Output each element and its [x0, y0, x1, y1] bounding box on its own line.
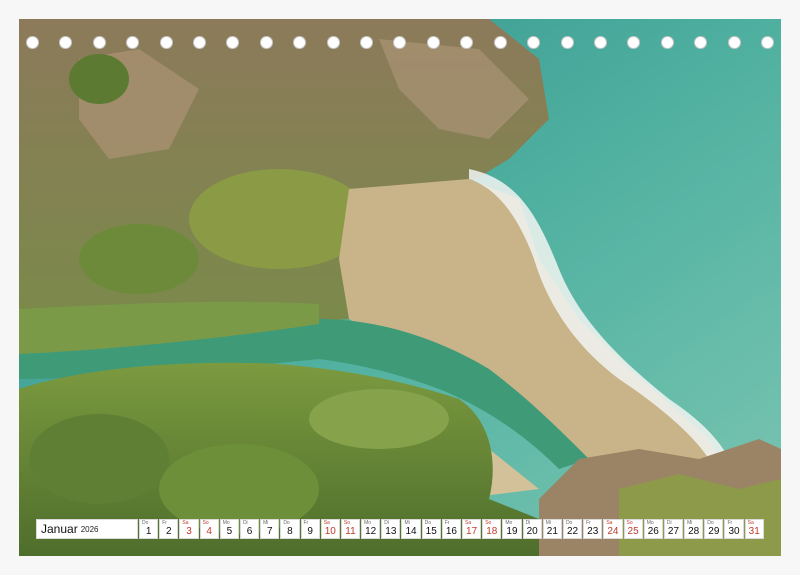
day-cell: Sa 17: [462, 519, 482, 539]
day-cell: Do 22: [562, 519, 583, 539]
day-cell: Sa 3: [179, 519, 199, 539]
month-year: 2026: [80, 524, 99, 534]
binding-hole: [426, 35, 440, 49]
binding-hole: [126, 35, 140, 49]
binding-hole: [660, 35, 674, 49]
binding-hole: [593, 35, 607, 49]
day-number: 8: [287, 526, 293, 537]
day-number: 3: [186, 526, 192, 537]
binding-hole: [527, 35, 541, 49]
day-number: 20: [526, 526, 538, 537]
binding-hole: [560, 35, 574, 49]
day-cell: Do 29: [704, 519, 724, 539]
binding-hole: [393, 35, 407, 49]
day-number: 24: [607, 526, 619, 537]
day-number: 28: [688, 526, 700, 537]
binding-hole: [627, 35, 641, 49]
day-number: 5: [226, 526, 233, 537]
day-cell: Mo 5: [219, 519, 239, 539]
day-number: 9: [307, 526, 313, 537]
day-cell: So 25: [623, 519, 643, 539]
day-cell: Mi 21: [542, 519, 562, 539]
day-number: 23: [587, 526, 599, 537]
month-name: Januar: [41, 522, 78, 536]
day-number: 4: [206, 526, 212, 537]
palm-cluster: [309, 389, 449, 449]
day-number: 13: [385, 526, 397, 537]
day-cell: Mo 12: [361, 519, 381, 539]
day-number: 10: [324, 526, 336, 537]
day-number: 22: [566, 526, 579, 537]
binding-hole: [727, 35, 741, 49]
binding-hole: [460, 35, 474, 49]
day-number: 7: [266, 526, 273, 537]
day-cell: Fr 23: [583, 519, 603, 539]
binding-hole: [159, 35, 173, 49]
binding-hole: [59, 35, 73, 49]
day-cell: Fr 30: [724, 519, 744, 539]
day-number: 25: [627, 526, 639, 537]
month-label: Januar 2026: [36, 519, 138, 539]
day-cell: So 4: [199, 519, 219, 539]
spiral-binding: [26, 34, 774, 50]
day-cell: Mo 19: [502, 519, 522, 539]
day-cell: Di 6: [239, 519, 260, 539]
binding-hole: [26, 35, 39, 49]
day-cell: Mo 26: [643, 519, 663, 539]
shrub: [69, 54, 129, 104]
day-number: 26: [647, 526, 659, 537]
binding-hole: [360, 35, 374, 49]
day-number: 30: [728, 526, 740, 537]
day-cell: Di 13: [381, 519, 401, 539]
day-number: 11: [345, 526, 356, 537]
palm-cluster: [29, 414, 169, 504]
day-cell: Di 27: [663, 519, 684, 539]
day-number: 29: [708, 526, 720, 537]
day-cell: Do 1: [139, 519, 159, 539]
day-cell: Do 15: [421, 519, 441, 539]
binding-hole: [760, 35, 774, 49]
foreground-shrubs: [619, 474, 781, 556]
day-cell: So 18: [482, 519, 502, 539]
day-cell: Mi 7: [260, 519, 280, 539]
day-cell: Do 8: [280, 519, 300, 539]
day-cell: Sa 24: [603, 519, 623, 539]
binding-hole: [193, 35, 207, 49]
day-cell: So 11: [340, 519, 361, 539]
day-cell: Mi 14: [401, 519, 421, 539]
day-cell: Sa 31: [744, 519, 764, 539]
day-cell: Di 20: [522, 519, 542, 539]
palm-trees: [79, 224, 199, 294]
day-cell: Mi 28: [684, 519, 704, 539]
day-number: 1: [145, 526, 152, 537]
day-number: 31: [748, 526, 760, 537]
binding-hole: [326, 35, 340, 49]
day-number: 18: [486, 526, 498, 537]
day-number: 19: [506, 526, 518, 537]
day-cell: Sa 10: [320, 519, 340, 539]
day-number: 15: [425, 526, 437, 537]
day-number: 14: [405, 526, 417, 537]
day-number: 27: [667, 526, 680, 537]
binding-hole: [694, 35, 708, 49]
beach-landscape-image: [19, 19, 781, 556]
day-number: 6: [246, 526, 253, 537]
calendar-strip: Januar 2026 Do 1 Fr 2 Sa 3 So 4 Mo 5 Di 6 Mi 7 Do 8 Fr 9 S…: [36, 519, 764, 539]
day-number: 16: [445, 526, 457, 537]
calendar-page: Januar 2026 Do 1 Fr 2 Sa 3 So 4 Mo 5 Di 6 Mi 7 Do 8 Fr 9 S…: [0, 0, 800, 575]
binding-hole: [493, 35, 507, 49]
binding-hole: [226, 35, 240, 49]
binding-hole: [92, 35, 106, 49]
binding-hole: [259, 35, 273, 49]
day-cell: Fr 2: [159, 519, 179, 539]
binding-hole: [293, 35, 307, 49]
day-number: 17: [466, 526, 478, 537]
day-number: 12: [365, 526, 377, 537]
day-number: 21: [546, 526, 558, 537]
day-cell: Fr 9: [300, 519, 320, 539]
day-number: 2: [166, 526, 172, 537]
day-cell: Fr 16: [441, 519, 461, 539]
beach-photo: [19, 19, 781, 556]
